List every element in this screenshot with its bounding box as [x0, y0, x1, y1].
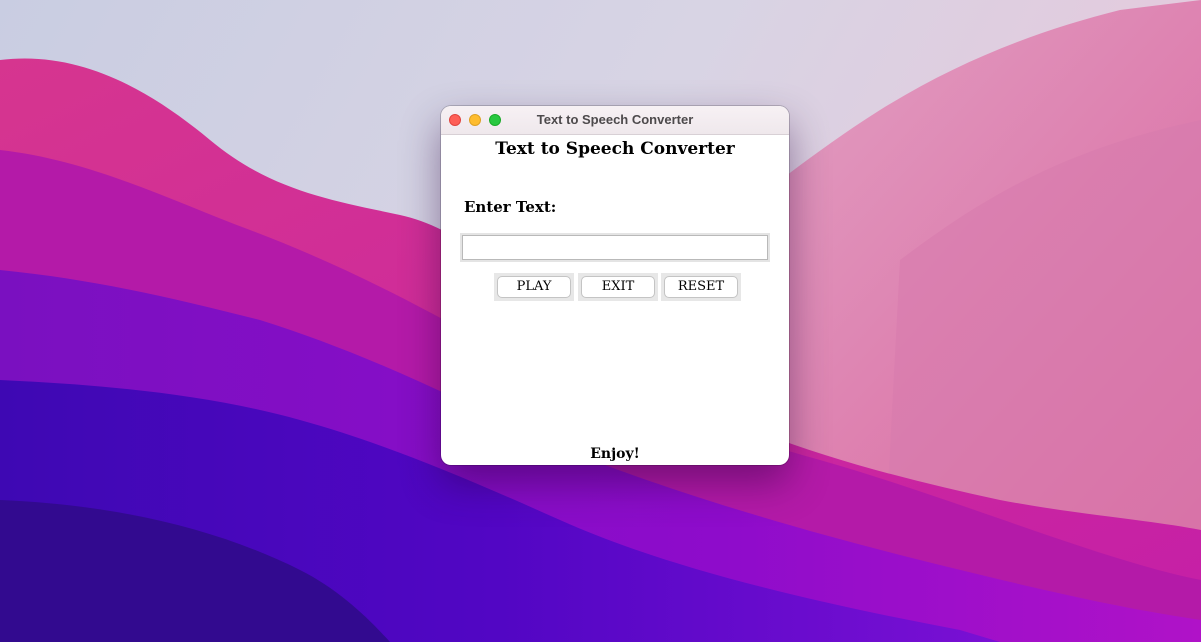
reset-button[interactable]: RESET [664, 276, 738, 298]
close-icon[interactable] [449, 114, 461, 126]
app-window: Text to Speech Converter Text to Speech … [441, 106, 789, 465]
window-titlebar[interactable]: Text to Speech Converter [441, 106, 789, 135]
text-input[interactable] [460, 233, 770, 262]
footer-text: Enjoy! [590, 446, 640, 462]
play-button-frame: PLAY [494, 273, 574, 301]
reset-button-frame: RESET [661, 273, 741, 301]
exit-button-frame: EXIT [578, 273, 658, 301]
minimize-icon[interactable] [469, 114, 481, 126]
app-heading: Text to Speech Converter [495, 139, 735, 159]
exit-button[interactable]: EXIT [581, 276, 655, 298]
zoom-icon[interactable] [489, 114, 501, 126]
play-button[interactable]: PLAY [497, 276, 571, 298]
enter-text-label: Enter Text: [464, 198, 557, 216]
